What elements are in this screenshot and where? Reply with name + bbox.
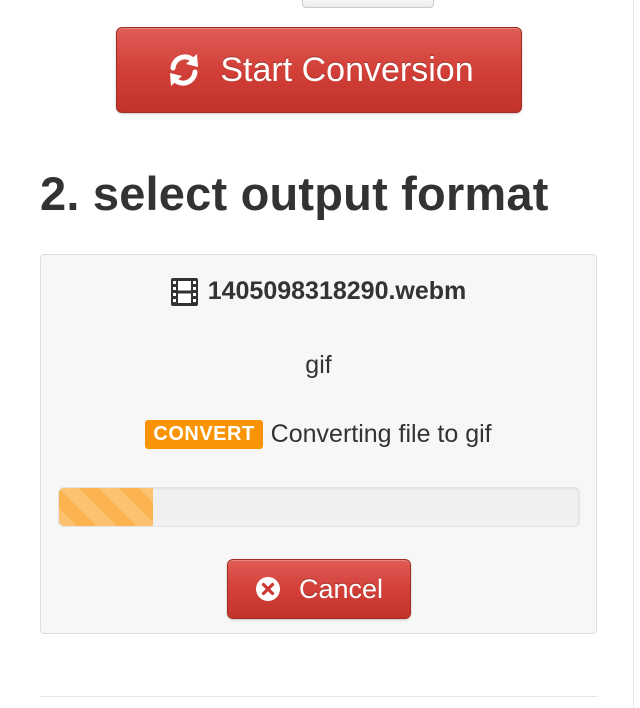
output-format: gif bbox=[305, 351, 332, 379]
conversion-panel: 1405098318290.webm gif CONVERT Convertin… bbox=[40, 254, 597, 634]
status-row: CONVERT Converting file to gif bbox=[41, 420, 596, 449]
start-conversion-button[interactable]: Start Conversion bbox=[116, 27, 522, 113]
start-conversion-label: Start Conversion bbox=[220, 50, 474, 89]
film-icon bbox=[170, 277, 198, 306]
status-text: Converting file to gif bbox=[270, 420, 492, 448]
cancel-label: Cancel bbox=[298, 573, 384, 604]
format-select[interactable] bbox=[302, 0, 434, 8]
file-name: 1405098318290.webm bbox=[207, 277, 467, 305]
progress-bar bbox=[58, 487, 580, 527]
section-heading: 2. select output format bbox=[40, 167, 549, 220]
scroll-edge bbox=[633, 0, 640, 708]
status-badge: CONVERT bbox=[145, 420, 263, 449]
progress-fill bbox=[59, 488, 153, 526]
times-circle-icon bbox=[255, 576, 281, 602]
refresh-icon bbox=[164, 50, 204, 90]
cancel-button[interactable]: Cancel bbox=[227, 559, 411, 619]
file-row: 1405098318290.webm bbox=[41, 277, 596, 306]
divider bbox=[40, 696, 597, 697]
